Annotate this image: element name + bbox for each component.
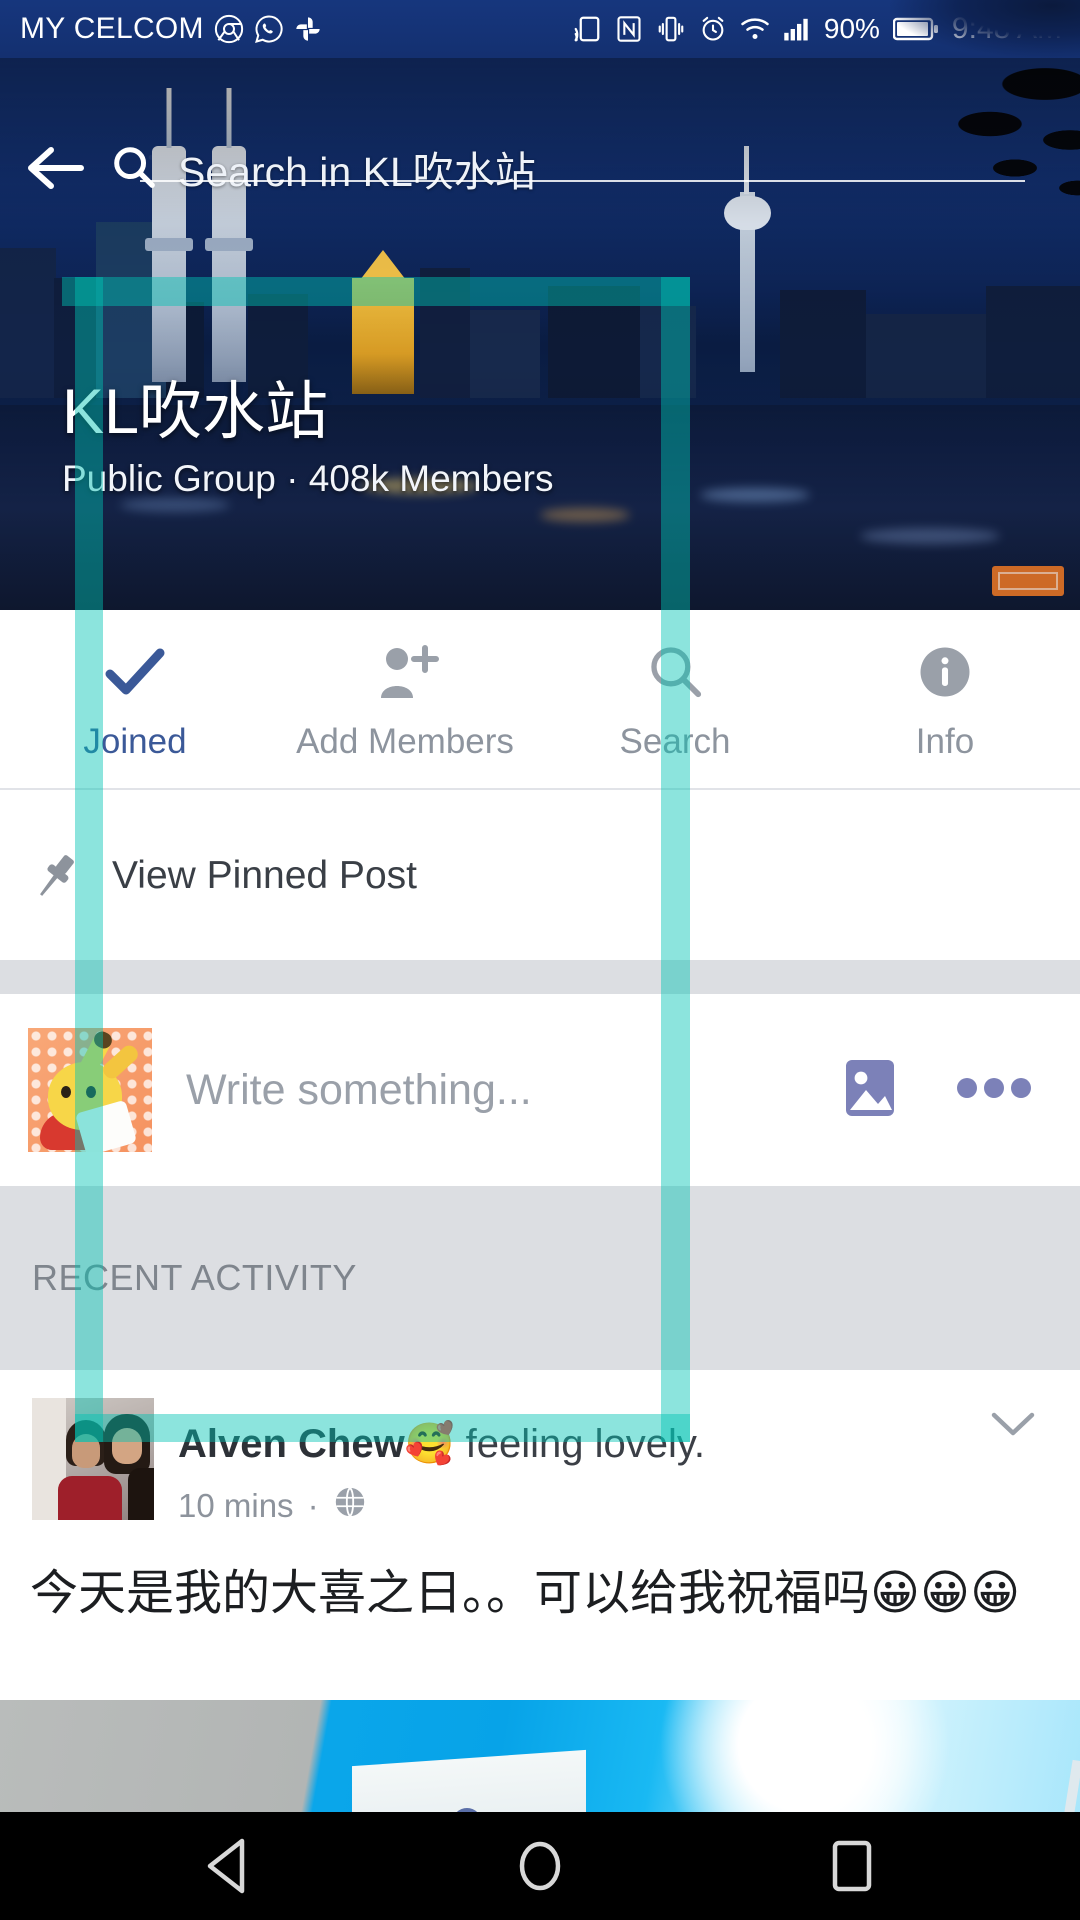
action-search-label: Search (619, 722, 731, 761)
carrier-label: MY CELCOM (20, 12, 204, 45)
battery-icon (892, 16, 939, 42)
post-feeling-text: feeling lovely. (454, 1422, 706, 1466)
nav-recents-icon[interactable] (792, 1812, 912, 1920)
action-info-label: Info (915, 722, 975, 761)
recent-activity-label: RECENT ACTIVITY (32, 1257, 357, 1298)
group-name: KL吹水站 (62, 376, 329, 447)
post-timestamp-row: 10 mins · (178, 1485, 705, 1527)
feed-post: Alven Chew🥰 feeling lovely. 10 mins · 今天… (0, 1370, 1080, 1626)
nav-back-icon[interactable] (168, 1812, 288, 1920)
action-add-members-label: Add Members (296, 722, 514, 761)
vibrate-icon (656, 14, 686, 44)
composer-actions (840, 1056, 1080, 1125)
nfc-icon (615, 14, 643, 44)
status-bar: MY CELCOM 90% 9:48 AM (0, 0, 1080, 58)
action-add-members[interactable]: Add Members (270, 610, 540, 790)
search-input[interactable]: Search in KL吹水站 (110, 138, 1080, 198)
photo-icon[interactable] (840, 1056, 900, 1125)
more-horizontal-icon[interactable] (956, 1076, 1032, 1105)
group-identity: KL吹水站 Public Group · 408k Members (62, 378, 553, 500)
clock-label: 9:48 AM (951, 12, 1062, 45)
section-spacer-1 (0, 960, 1080, 994)
pinned-post-label: View Pinned Post (112, 854, 417, 897)
search-icon (110, 143, 156, 194)
action-joined[interactable]: Joined (0, 610, 270, 790)
avatar[interactable] (28, 1028, 152, 1152)
action-search[interactable]: Search (540, 610, 810, 790)
android-nav-bar (0, 1812, 1080, 1920)
post-composer[interactable]: Write something... (0, 994, 1080, 1186)
whatsapp-icon (254, 14, 284, 44)
google-photos-icon (294, 15, 322, 43)
cast-icon (572, 14, 602, 44)
info-circle-icon (917, 638, 973, 700)
back-arrow-icon[interactable] (0, 143, 110, 193)
composer-placeholder: Write something... (186, 1065, 532, 1114)
post-byline: Alven Chew🥰 feeling lovely. (178, 1420, 705, 1467)
wifi-icon (740, 16, 770, 42)
post-header: Alven Chew🥰 feeling lovely. 10 mins · (0, 1370, 1080, 1527)
nav-home-icon[interactable] (480, 1812, 600, 1920)
watermark-badge (992, 566, 1064, 596)
chevron-down-icon[interactable] (988, 1408, 1038, 1445)
post-meta: Alven Chew🥰 feeling lovely. 10 mins · (178, 1398, 705, 1527)
post-timestamp: 10 mins (178, 1487, 294, 1524)
post-meta-separator: · (307, 1487, 319, 1524)
user-avatar-image (28, 1028, 152, 1152)
action-joined-label: Joined (83, 722, 187, 761)
pushpin-icon (0, 847, 112, 905)
search-header: Search in KL吹水站 (0, 120, 1080, 216)
add-person-icon (371, 638, 439, 700)
battery-percent-label: 90% (823, 13, 880, 44)
feeling-emoji: 🥰 (404, 1422, 455, 1466)
search-icon (646, 638, 704, 700)
signal-icon (783, 16, 811, 42)
globe-icon (333, 1485, 367, 1527)
check-icon (104, 638, 166, 700)
group-cover: Search in KL吹水站 KL吹水站 Public Group · 408… (0, 58, 1080, 610)
author-avatar[interactable] (32, 1398, 154, 1520)
status-bar-left: MY CELCOM (0, 12, 322, 46)
search-placeholder: Search in KL吹水站 (178, 149, 536, 195)
divider-under-actions (0, 788, 1080, 790)
recent-activity-header: RECENT ACTIVITY (0, 1186, 1080, 1370)
group-subtitle: Public Group · 408k Members (62, 458, 554, 499)
search-underline (140, 180, 1025, 182)
post-body-text: 今天是我的大喜之日。。可以给我祝福吗😀😀😀 (30, 1565, 1021, 1621)
status-bar-right: 90% 9:48 AM (572, 12, 1080, 46)
phone-screen: MY CELCOM 90% 9:48 AM Search in KL吹水站 KL… (0, 0, 1080, 1920)
chrome-icon (214, 14, 244, 44)
pinned-post-row[interactable]: View Pinned Post (0, 792, 1080, 960)
post-author-name[interactable]: Alven Chew (178, 1422, 405, 1466)
group-action-bar: Joined Add Members Search Info (0, 610, 1080, 790)
action-info[interactable]: Info (810, 610, 1080, 790)
alarm-icon (699, 15, 727, 43)
